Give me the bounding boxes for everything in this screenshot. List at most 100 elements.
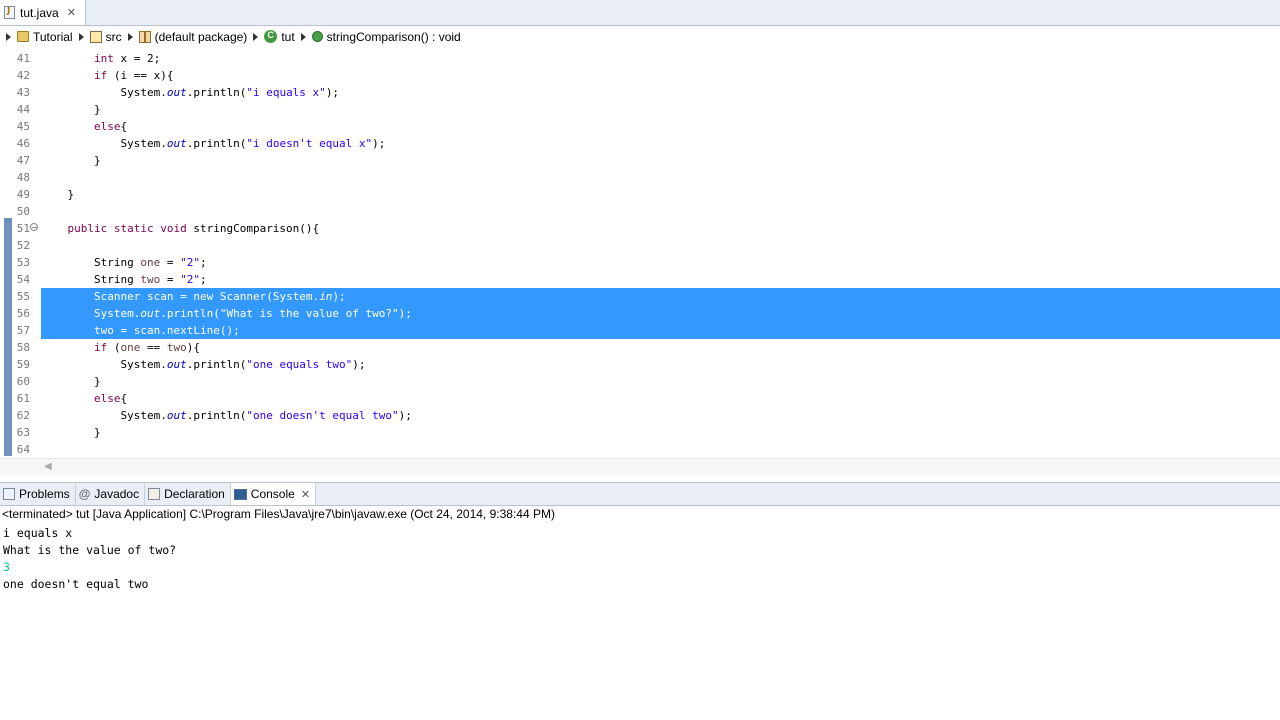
code-text: int x = 2; xyxy=(93,52,161,65)
code-line-47[interactable]: 47 } xyxy=(0,152,1280,169)
line-number: 51 xyxy=(16,222,30,235)
line-number: 52 xyxy=(16,239,30,252)
breadcrumb-arrow-icon[interactable] xyxy=(253,32,259,41)
javadoc-icon: @ xyxy=(78,487,91,501)
scroll-left-icon[interactable]: ◀ xyxy=(44,461,52,472)
breadcrumb-item-package[interactable]: (default package) xyxy=(138,29,248,44)
tab-label: Console xyxy=(250,487,295,501)
breadcrumb-label: stringComparison() : void xyxy=(326,29,461,44)
method-icon xyxy=(311,31,323,42)
line-number: 42 xyxy=(16,69,30,82)
code-text: System.out.println("one doesn't equal tw… xyxy=(41,409,412,422)
breadcrumb: Tutorial src (default package) tut strin… xyxy=(0,26,1280,47)
code-line-59[interactable]: 59 System.out.println("one equals two"); xyxy=(0,356,1280,373)
code-text: System.out.println("i doesn't equal x"); xyxy=(41,137,386,150)
code-line-55[interactable]: 55 Scanner scan = new Scanner(System.in)… xyxy=(0,288,1280,305)
code-line-56[interactable]: 56 System.out.println("What is the value… xyxy=(0,305,1280,322)
code-line-61[interactable]: 61 else{ xyxy=(0,390,1280,407)
code-text: System.out.println("one equals two"); xyxy=(41,358,366,371)
tab-console[interactable]: Console ✕ xyxy=(230,483,317,505)
code-line-64[interactable]: 64 xyxy=(0,441,1280,458)
editor-tab-bar xyxy=(0,0,1280,26)
breadcrumb-label: (default package) xyxy=(154,29,248,44)
breadcrumb-arrow-icon[interactable] xyxy=(300,32,306,41)
code-text: if (one == two){ xyxy=(93,341,200,354)
tab-declaration[interactable]: Declaration xyxy=(145,483,231,505)
code-text: System.out.println("i equals x"); xyxy=(41,86,340,99)
collapse-fold-icon[interactable]: − xyxy=(30,223,38,232)
line-number: 58 xyxy=(16,341,30,354)
breadcrumb-arrow-icon[interactable] xyxy=(78,32,84,41)
code-line-63[interactable]: 63 } xyxy=(0,424,1280,441)
project-icon xyxy=(17,31,29,42)
source-folder-icon xyxy=(89,30,102,43)
line-number: 56 xyxy=(16,307,30,320)
line-number: 49 xyxy=(16,188,30,201)
code-text: two = scan.nextLine(); xyxy=(93,324,240,337)
class-icon xyxy=(264,30,278,43)
line-number: 57 xyxy=(16,324,30,337)
code-line-44[interactable]: 44 } xyxy=(0,101,1280,118)
line-number: 43 xyxy=(16,86,30,99)
code-line-41[interactable]: 41 int x = 2; xyxy=(0,50,1280,67)
problems-icon xyxy=(3,488,15,500)
breadcrumb-arrow-icon[interactable] xyxy=(127,32,133,41)
tab-javadoc[interactable]: @ Javadoc xyxy=(76,483,146,505)
breadcrumb-item-method[interactable]: stringComparison() : void xyxy=(311,29,461,44)
console-icon xyxy=(233,488,247,500)
close-console-tab-icon[interactable]: ✕ xyxy=(301,488,310,501)
declaration-icon xyxy=(148,488,161,500)
annotation-ruler[interactable] xyxy=(0,48,12,458)
code-line-49[interactable]: 49 } xyxy=(0,186,1280,203)
code-line-60[interactable]: 60 } xyxy=(0,373,1280,390)
tab-label: Problems xyxy=(19,487,70,501)
code-text: } xyxy=(41,188,75,201)
code-text: else{ xyxy=(93,120,128,133)
code-line-50[interactable]: 50 xyxy=(0,203,1280,220)
breadcrumb-label: src xyxy=(105,29,122,44)
package-icon xyxy=(138,30,151,43)
horizontal-scrollbar[interactable] xyxy=(0,458,1280,475)
code-text: public static void stringComparison(){ xyxy=(67,222,320,235)
line-number: 64 xyxy=(16,443,30,456)
line-number: 59 xyxy=(16,358,30,371)
line-number: 53 xyxy=(16,256,30,269)
code-text: } xyxy=(41,375,101,388)
code-line-58[interactable]: 58 if (one == two){ xyxy=(0,339,1280,356)
editor-tab-tut-java[interactable]: tut.java ✕ xyxy=(0,0,86,25)
close-tab-icon[interactable]: ✕ xyxy=(67,6,76,19)
editor-tab-label: tut.java xyxy=(20,5,59,20)
code-line-45[interactable]: 45 else{ xyxy=(0,118,1280,135)
code-text: } xyxy=(41,103,101,116)
breadcrumb-item-class[interactable]: tut xyxy=(264,30,295,44)
code-line-48[interactable]: 48 xyxy=(0,169,1280,186)
code-line-62[interactable]: 62 System.out.println("one doesn't equal… xyxy=(0,407,1280,424)
code-editor[interactable]: 41 int x = 2; 42 if (i == x){43 System.ou… xyxy=(0,48,1280,458)
tab-label: Declaration xyxy=(164,487,225,501)
console-output-line: What is the value of two? xyxy=(3,543,177,557)
line-number: 46 xyxy=(16,137,30,150)
line-number: 60 xyxy=(16,375,30,388)
line-number: 61 xyxy=(16,392,30,405)
code-line-57[interactable]: 57 two = scan.nextLine(); xyxy=(0,322,1280,339)
code-line-52[interactable]: 52 xyxy=(0,237,1280,254)
breadcrumb-item-project[interactable]: Tutorial xyxy=(17,30,73,44)
code-text: if (i == x){ xyxy=(93,69,174,82)
line-number: 44 xyxy=(16,103,30,116)
line-number: 54 xyxy=(16,273,30,286)
console-output-line: i equals x xyxy=(3,526,73,540)
code-line-54[interactable]: 54 String two = "2"; xyxy=(0,271,1280,288)
code-line-53[interactable]: 53 String one = "2"; xyxy=(0,254,1280,271)
tab-problems[interactable]: Problems xyxy=(0,483,76,505)
code-line-42[interactable]: 42 if (i == x){ xyxy=(0,67,1280,84)
code-text: else{ xyxy=(93,392,128,405)
line-number: 47 xyxy=(16,154,30,167)
line-number: 55 xyxy=(16,290,30,303)
java-file-icon xyxy=(4,6,15,19)
breadcrumb-arrow-icon[interactable] xyxy=(6,32,11,41)
line-number: 63 xyxy=(16,426,30,439)
code-line-51[interactable]: 51− public static void stringComparison(… xyxy=(0,220,1280,237)
code-line-46[interactable]: 46 System.out.println("i doesn't equal x… xyxy=(0,135,1280,152)
breadcrumb-item-src[interactable]: src xyxy=(89,29,122,44)
code-line-43[interactable]: 43 System.out.println("i equals x"); xyxy=(0,84,1280,101)
